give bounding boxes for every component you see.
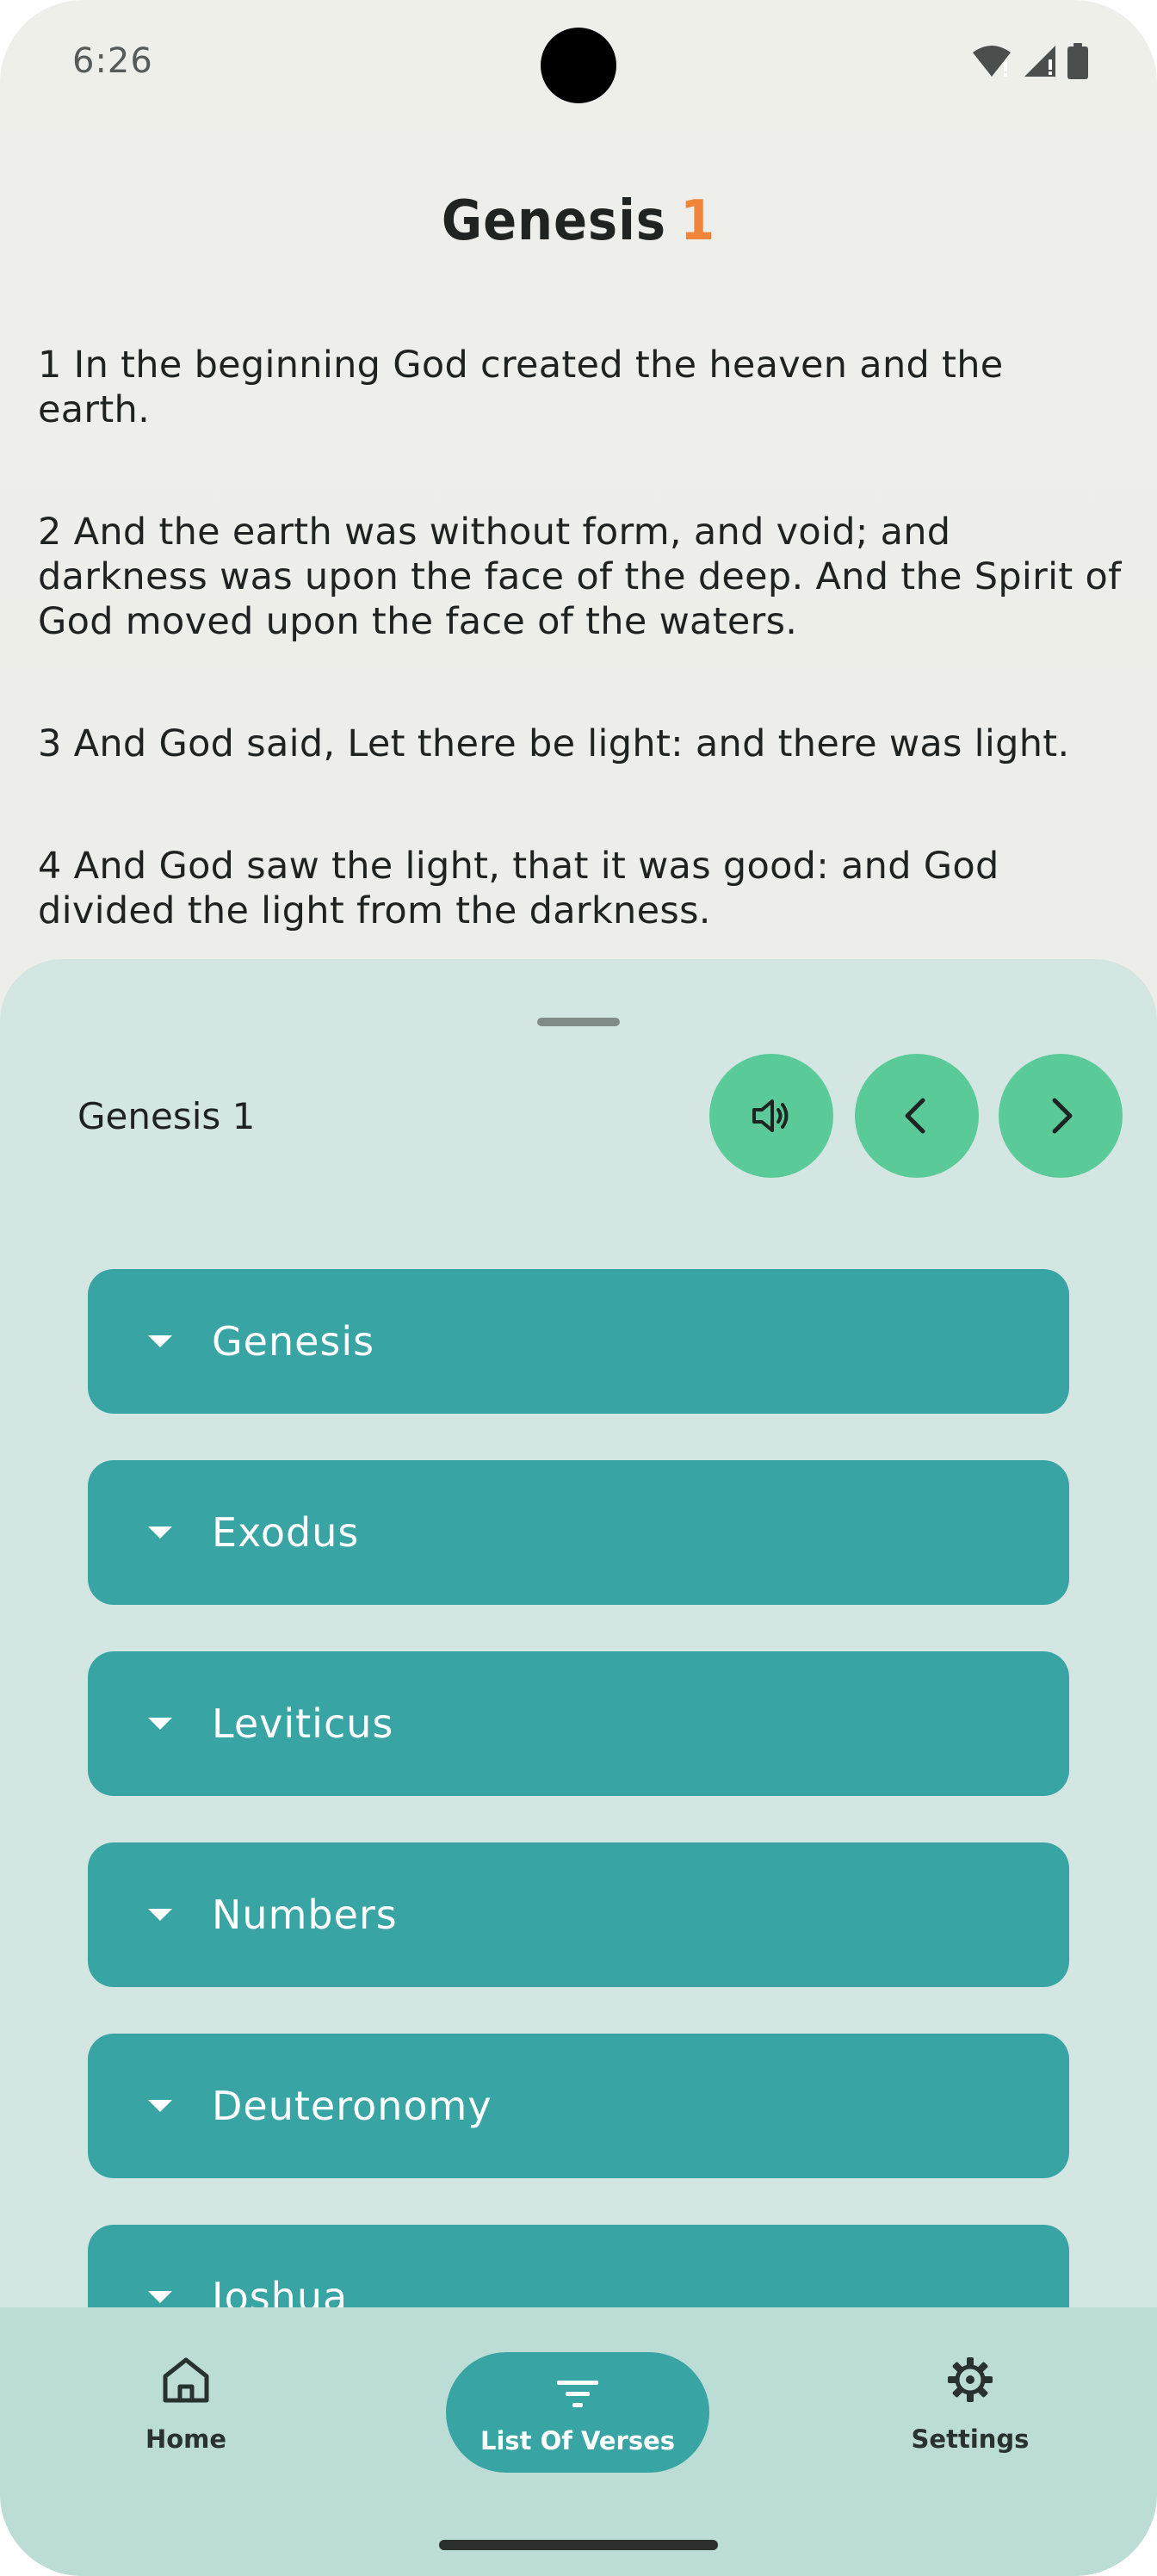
gesture-home-indicator[interactable]	[439, 2540, 718, 2550]
verse-4: 4 And God saw the light, that it was goo…	[38, 845, 999, 932]
status-icons	[971, 43, 1088, 79]
book-item-leviticus[interactable]: Leviticus	[88, 1651, 1069, 1796]
caret-down-icon	[148, 2291, 172, 2303]
book-item-exodus[interactable]: Exodus	[88, 1460, 1069, 1605]
status-bar: 6:26	[0, 0, 1157, 129]
nav-settings[interactable]: Settings	[841, 2345, 1099, 2454]
verse-2: 2 And the earth was without form, and vo…	[38, 511, 1122, 643]
camera-cutout	[541, 28, 616, 103]
nav-list-of-verses[interactable]: List Of Verses	[446, 2352, 709, 2473]
signal-icon	[1024, 46, 1055, 77]
speaker-icon	[752, 1099, 789, 1132]
caret-down-icon	[148, 1335, 172, 1347]
chevron-left-icon	[905, 1098, 925, 1134]
nav-home[interactable]: Home	[57, 2345, 315, 2454]
book-name: Genesis	[212, 1318, 375, 1365]
wifi-icon	[973, 46, 1011, 77]
verse-3: 3 And God said, Let there be light: and …	[38, 722, 1070, 765]
bottom-navigation: Home List Of Verses Settings	[0, 2307, 1157, 2576]
gear-icon	[841, 2345, 1099, 2414]
chapter-title: Genesis 1	[58, 189, 1099, 253]
caret-down-icon	[148, 1909, 172, 1921]
caret-down-icon	[148, 1526, 172, 1539]
book-name: Exodus	[212, 1509, 360, 1556]
book-item-genesis[interactable]: Genesis	[88, 1269, 1069, 1414]
caret-down-icon	[148, 2100, 172, 2112]
book-name: Numbers	[212, 1892, 398, 1938]
nav-home-label: Home	[145, 2424, 227, 2454]
battery-icon	[1067, 43, 1088, 79]
caret-down-icon	[148, 1718, 172, 1730]
current-chapter-label: Genesis 1	[77, 1095, 256, 1137]
filter-icon	[446, 2364, 709, 2424]
book-item-deuteronomy[interactable]: Deuteronomy	[88, 2034, 1069, 2178]
chevron-right-icon	[1052, 1098, 1073, 1134]
nav-settings-label: Settings	[911, 2424, 1030, 2454]
book-list: Genesis Exodus Leviticus Numbers Deutero…	[88, 1269, 1069, 2416]
chapter-book-name: Genesis	[441, 189, 666, 253]
book-name: Deuteronomy	[212, 2083, 492, 2129]
next-chapter-button[interactable]	[999, 1054, 1123, 1178]
verse-list: 1 In the beginning God created the heave…	[38, 343, 1123, 1011]
play-audio-button[interactable]	[709, 1054, 833, 1178]
previous-chapter-button[interactable]	[855, 1054, 979, 1178]
nav-verses-label: List Of Verses	[480, 2426, 676, 2455]
sheet-drag-handle[interactable]	[537, 1018, 620, 1026]
app-screen: 6:26 Genesis 1 1 In the beginning God cre…	[0, 0, 1157, 2576]
home-icon	[57, 2345, 315, 2414]
chapter-number: 1	[680, 189, 716, 253]
book-name: Leviticus	[212, 1700, 394, 1747]
verse-1: 1 In the beginning God created the heave…	[38, 344, 1004, 431]
status-time: 6:26	[72, 41, 153, 81]
book-item-numbers[interactable]: Numbers	[88, 1842, 1069, 1987]
